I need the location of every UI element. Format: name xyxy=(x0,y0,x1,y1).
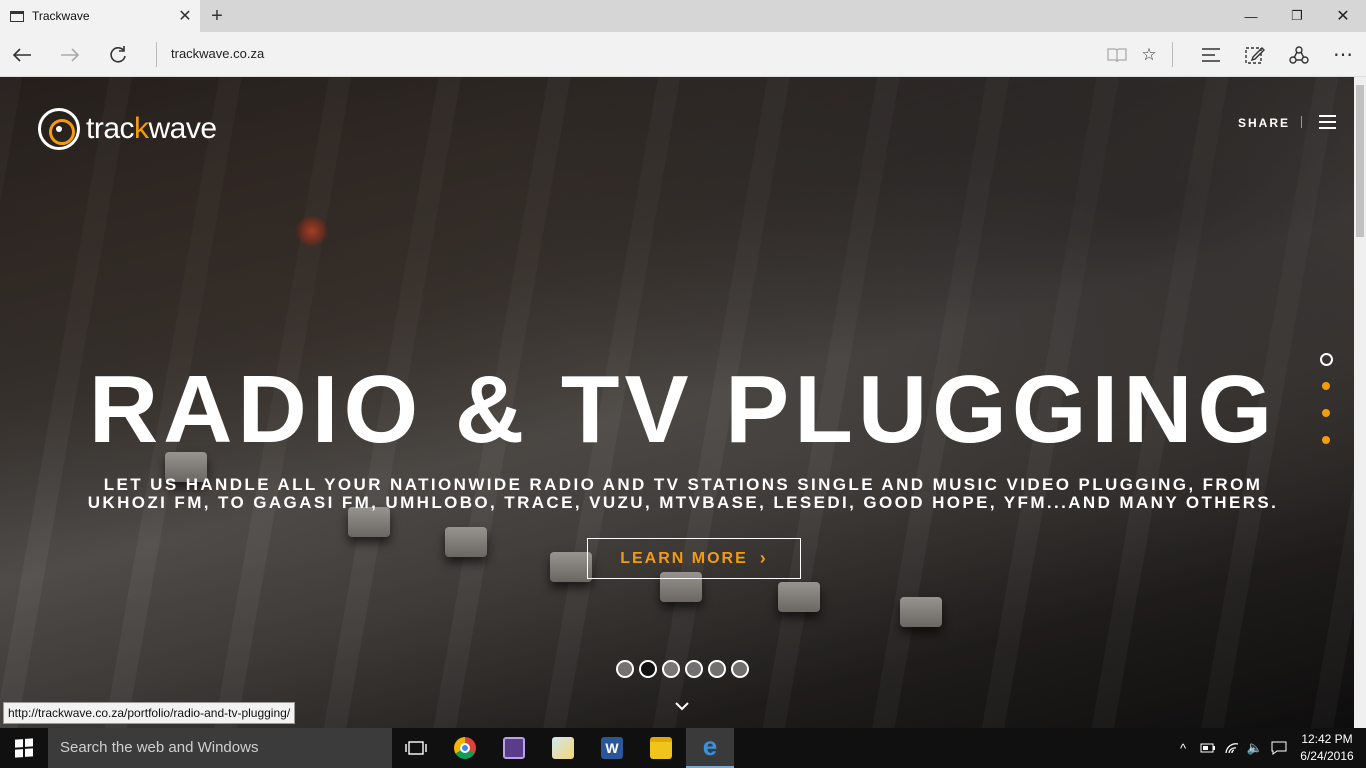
hero-title: RADIO & TV PLUGGING xyxy=(88,356,1278,463)
notification-icon[interactable] xyxy=(1268,728,1290,768)
hub-icon[interactable] xyxy=(1189,32,1233,77)
title-bar: Trackwave ✕ + — ❐ ✕ xyxy=(0,0,1366,32)
chrome-app-icon[interactable] xyxy=(441,728,489,768)
chevron-up-icon[interactable]: ^ xyxy=(1172,728,1194,768)
word-app-icon[interactable]: W xyxy=(588,728,636,768)
file-explorer-icon[interactable] xyxy=(637,728,685,768)
windows-logo-icon xyxy=(15,738,33,758)
refresh-button[interactable] xyxy=(96,32,140,77)
wifi-icon[interactable] xyxy=(1220,728,1244,768)
share-link[interactable]: SHARE xyxy=(1238,116,1290,130)
share-icon[interactable] xyxy=(1277,32,1321,77)
slide-dot[interactable] xyxy=(685,660,703,678)
close-tab-icon[interactable]: ✕ xyxy=(170,6,200,26)
hero-subtitle: LET US HANDLE ALL YOUR NATIONWIDE RADIO … xyxy=(87,475,1279,512)
status-bar-url: http://trackwave.co.za/portfolio/radio-a… xyxy=(3,702,296,724)
slide-dot[interactable] xyxy=(708,660,726,678)
clock-time: 12:42 PM xyxy=(1301,732,1353,746)
slide-dot[interactable] xyxy=(616,660,634,678)
chevron-right-icon: › xyxy=(759,548,768,568)
hero-section: trackwave SHARE RADIO & TV PLUGGING LET … xyxy=(0,77,1354,728)
minimize-button[interactable]: — xyxy=(1228,0,1274,32)
toolbar-separator xyxy=(1172,42,1173,67)
slide-pagination xyxy=(616,660,754,678)
slide-dot[interactable] xyxy=(731,660,749,678)
slide-dot[interactable] xyxy=(639,660,657,678)
restore-button[interactable]: ❐ xyxy=(1274,0,1320,32)
chevron-down-icon[interactable] xyxy=(675,698,689,716)
more-options-icon[interactable]: ⋯ xyxy=(1321,32,1365,77)
new-tab-button[interactable]: + xyxy=(204,4,230,28)
menu-icon[interactable] xyxy=(1319,115,1336,129)
browser-tab[interactable]: Trackwave ✕ xyxy=(0,0,200,32)
address-bar: trackwave.co.za ☆ ⋯ xyxy=(0,32,1366,77)
taskbar: Search the web and Windows W e ^ 🔈 12:42… xyxy=(0,728,1366,768)
learn-more-button[interactable]: LEARN MORE › xyxy=(587,538,801,579)
close-window-button[interactable]: ✕ xyxy=(1320,0,1366,32)
task-view-button[interactable] xyxy=(392,728,440,768)
scrollbar-thumb[interactable] xyxy=(1356,85,1364,237)
back-button[interactable] xyxy=(0,32,44,77)
share-separator xyxy=(1301,116,1302,128)
files-app-icon[interactable] xyxy=(539,728,587,768)
slide-dot[interactable] xyxy=(662,660,680,678)
page-scrollbar[interactable] xyxy=(1354,77,1366,728)
url-field[interactable]: trackwave.co.za xyxy=(171,46,264,61)
tab-title: Trackwave xyxy=(32,9,90,23)
search-box[interactable]: Search the web and Windows xyxy=(48,728,392,768)
logo-text: trackwave xyxy=(86,112,217,145)
edge-app-icon[interactable]: e xyxy=(686,728,734,768)
clock-date: 6/24/2016 xyxy=(1300,749,1354,763)
forward-button[interactable] xyxy=(48,32,92,77)
site-logo[interactable]: trackwave xyxy=(38,108,217,150)
tab-page-icon xyxy=(10,10,24,22)
web-note-icon[interactable] xyxy=(1233,32,1277,77)
logo-mark-icon xyxy=(38,108,80,150)
editor-app-icon[interactable] xyxy=(490,728,538,768)
start-button[interactable] xyxy=(0,728,48,768)
favorite-star-icon[interactable]: ☆ xyxy=(1127,32,1171,77)
battery-icon[interactable] xyxy=(1196,728,1220,768)
volume-icon[interactable]: 🔈 xyxy=(1244,728,1266,768)
url-separator xyxy=(156,42,157,67)
system-clock[interactable]: 12:42 PM 6/24/2016 xyxy=(1296,731,1358,765)
